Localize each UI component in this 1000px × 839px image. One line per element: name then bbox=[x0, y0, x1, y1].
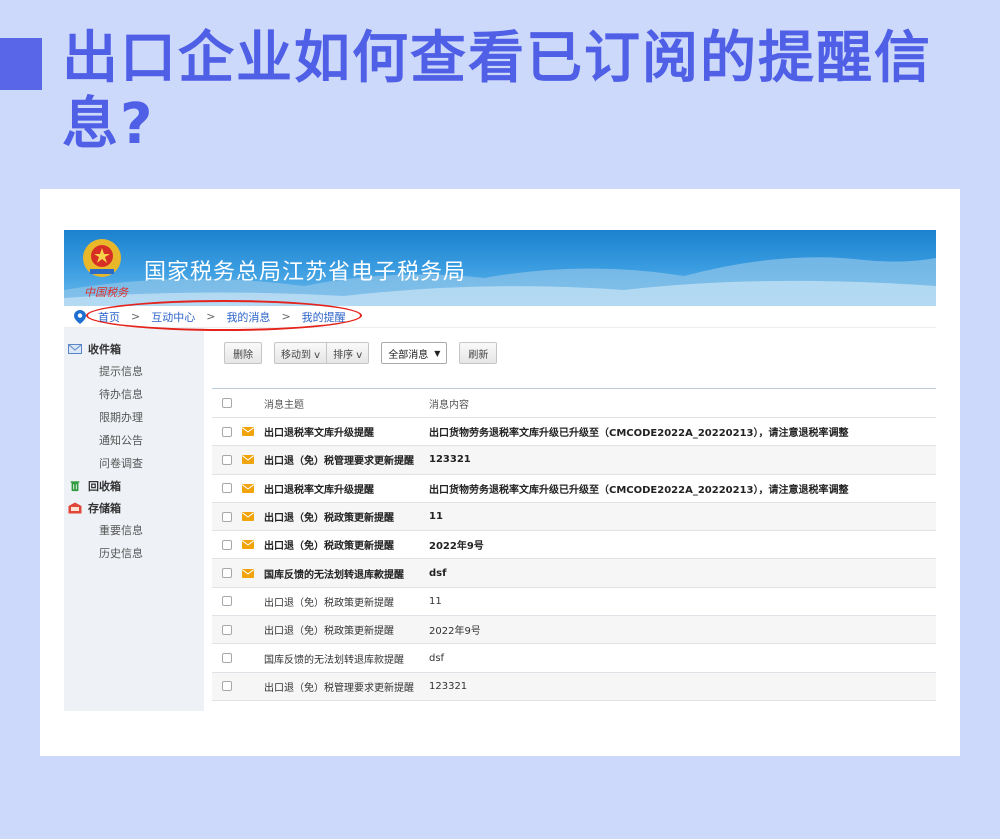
message-content: 123321 bbox=[429, 454, 471, 466]
caret-down-icon: ▼ bbox=[434, 348, 441, 358]
sidebar-item-deadline[interactable]: 限期办理 bbox=[64, 406, 204, 429]
sidebar-group-label: 回收箱 bbox=[88, 480, 121, 493]
tax-emblem-icon bbox=[83, 239, 121, 277]
delete-button[interactable]: 删除 bbox=[224, 342, 262, 364]
table-row[interactable]: 出口退税率文库升级提醒 出口货物劳务退税率文库升级已升级至（CMCODE2022A… bbox=[212, 418, 936, 447]
site-title: 国家税务总局江苏省电子税务局 bbox=[144, 260, 467, 285]
sidebar-group-storage[interactable]: 存储箱 bbox=[64, 497, 204, 519]
site-banner: 中国税务 国家税务总局江苏省电子税务局 bbox=[64, 230, 936, 306]
message-subject[interactable]: 出口退税率文库升级提醒 bbox=[264, 481, 429, 496]
table-row[interactable]: 出口退（免）税政策更新提醒 11 bbox=[212, 588, 936, 617]
message-table: 消息主题 消息内容 出口退税率文库升级提醒 出口货物劳务退税率文库升级已升级至（C… bbox=[212, 388, 936, 701]
message-subject[interactable]: 出口退税率文库升级提醒 bbox=[264, 424, 429, 439]
move-to-button[interactable]: 移动到 v bbox=[275, 343, 326, 363]
sort-button[interactable]: 排序 v bbox=[326, 343, 368, 363]
row-checkbox[interactable] bbox=[222, 568, 232, 579]
table-row[interactable]: 出口退（免）税管理要求更新提醒 123321 bbox=[212, 672, 936, 701]
message-content: dsf bbox=[429, 652, 445, 664]
table-row[interactable]: 国库反馈的无法划转退库款提醒 dsf bbox=[212, 559, 936, 588]
message-content: 出口货物劳务退税率文库升级已升级至（CMCODE2022A_20220213），… bbox=[429, 484, 849, 496]
row-checkbox[interactable] bbox=[222, 653, 232, 664]
row-checkbox[interactable] bbox=[222, 624, 232, 635]
table-row[interactable]: 出口退（免）税政策更新提醒 2022年9号 bbox=[212, 531, 936, 560]
message-content: 11 bbox=[429, 595, 442, 607]
row-checkbox[interactable] bbox=[222, 596, 232, 607]
trash-icon bbox=[70, 481, 80, 492]
sidebar-item-notices[interactable]: 通知公告 bbox=[64, 429, 204, 452]
storage-box-icon bbox=[68, 502, 82, 514]
message-content: 出口货物劳务退税率文库升级已升级至（CMCODE2022A_20220213），… bbox=[429, 428, 849, 440]
table-row[interactable]: 国库反馈的无法划转退库款提醒 dsf bbox=[212, 644, 936, 673]
message-content: 123321 bbox=[429, 680, 468, 692]
sidebar-item-prompt-info[interactable]: 提示信息 bbox=[64, 360, 204, 383]
sidebar-item-surveys[interactable]: 问卷调查 bbox=[64, 452, 204, 475]
tax-portal-window: 中国税务 国家税务总局江苏省电子税务局 首页 > 互动中心 > 我的消息 > 我… bbox=[64, 230, 936, 711]
sidebar-item-history[interactable]: 历史信息 bbox=[64, 542, 204, 565]
table-row[interactable]: 出口退（免）税政策更新提醒 11 bbox=[212, 502, 936, 532]
sidebar-group-recycle[interactable]: 回收箱 bbox=[64, 475, 204, 497]
row-checkbox[interactable] bbox=[222, 539, 232, 550]
move-sort-group: 移动到 v 排序 v bbox=[274, 342, 370, 364]
unread-envelope-icon bbox=[242, 540, 254, 550]
sidebar-item-todo-info[interactable]: 待办信息 bbox=[64, 383, 204, 406]
highlight-oval bbox=[86, 300, 362, 331]
row-checkbox[interactable] bbox=[222, 454, 232, 465]
message-subject[interactable]: 出口退（免）税政策更新提醒 bbox=[264, 509, 429, 524]
message-filter-select[interactable]: 全部消息 ▼ bbox=[381, 342, 448, 364]
page-headline: 出口企业如何查看已订阅的提醒信息? bbox=[62, 26, 932, 157]
unread-envelope-icon bbox=[242, 455, 254, 465]
sidebar-group-label: 收件箱 bbox=[88, 343, 121, 356]
message-panel: 删除 移动到 v 排序 v 全部消息 ▼ 刷新 消息主题 消息内容 出口退税率文… bbox=[204, 328, 936, 711]
message-content: dsf bbox=[429, 567, 447, 579]
row-checkbox[interactable] bbox=[222, 681, 232, 692]
mail-icon bbox=[68, 344, 82, 354]
table-row[interactable]: 出口退（免）税政策更新提醒 2022年9号 bbox=[212, 616, 936, 645]
select-all-checkbox[interactable] bbox=[222, 398, 232, 408]
filter-value: 全部消息 bbox=[388, 349, 429, 361]
column-header-content: 消息内容 bbox=[429, 399, 469, 411]
message-subject[interactable]: 出口退（免）税管理要求更新提醒 bbox=[264, 452, 429, 467]
message-subject[interactable]: 国库反馈的无法划转退库款提醒 bbox=[264, 566, 429, 581]
sidebar: 收件箱 提示信息 待办信息 限期办理 通知公告 问卷调查 回收箱 存储箱 重要信… bbox=[64, 328, 204, 711]
message-content: 2022年9号 bbox=[429, 541, 484, 553]
table-row[interactable]: 出口退（免）税管理要求更新提醒 123321 bbox=[212, 446, 936, 475]
message-subject[interactable]: 国库反馈的无法划转退库款提醒 bbox=[264, 651, 429, 666]
location-pin-icon bbox=[74, 309, 86, 324]
sidebar-group-label: 存储箱 bbox=[88, 502, 121, 515]
screenshot-card: 中国税务 国家税务总局江苏省电子税务局 首页 > 互动中心 > 我的消息 > 我… bbox=[40, 189, 960, 756]
accent-bar bbox=[0, 38, 42, 90]
sidebar-item-important[interactable]: 重要信息 bbox=[64, 519, 204, 542]
message-subject[interactable]: 出口退（免）税政策更新提醒 bbox=[264, 537, 429, 552]
message-content: 2022年9号 bbox=[429, 626, 481, 638]
row-checkbox[interactable] bbox=[222, 511, 232, 522]
refresh-button[interactable]: 刷新 bbox=[459, 342, 498, 364]
unread-envelope-icon bbox=[242, 568, 254, 578]
row-checkbox[interactable] bbox=[222, 483, 232, 494]
column-header-subject: 消息主题 bbox=[264, 399, 304, 411]
emblem-caption: 中国税务 bbox=[84, 286, 128, 299]
breadcrumb: 首页 > 互动中心 > 我的消息 > 我的提醒 bbox=[64, 300, 936, 331]
message-content: 11 bbox=[429, 511, 443, 523]
message-subject[interactable]: 出口退（免）税管理要求更新提醒 bbox=[264, 679, 429, 694]
message-subject[interactable]: 出口退（免）税政策更新提醒 bbox=[264, 622, 429, 637]
message-subject[interactable]: 出口退（免）税政策更新提醒 bbox=[264, 594, 429, 609]
table-header: 消息主题 消息内容 bbox=[212, 389, 936, 418]
row-checkbox[interactable] bbox=[222, 426, 232, 437]
sidebar-group-inbox[interactable]: 收件箱 bbox=[64, 338, 204, 360]
table-row[interactable]: 出口退税率文库升级提醒 出口货物劳务退税率文库升级已升级至（CMCODE2022A… bbox=[212, 475, 936, 503]
unread-envelope-icon bbox=[242, 427, 254, 437]
unread-envelope-icon bbox=[242, 483, 254, 493]
unread-envelope-icon bbox=[242, 512, 254, 522]
toolbar: 删除 移动到 v 排序 v 全部消息 ▼ 刷新 bbox=[212, 328, 936, 388]
